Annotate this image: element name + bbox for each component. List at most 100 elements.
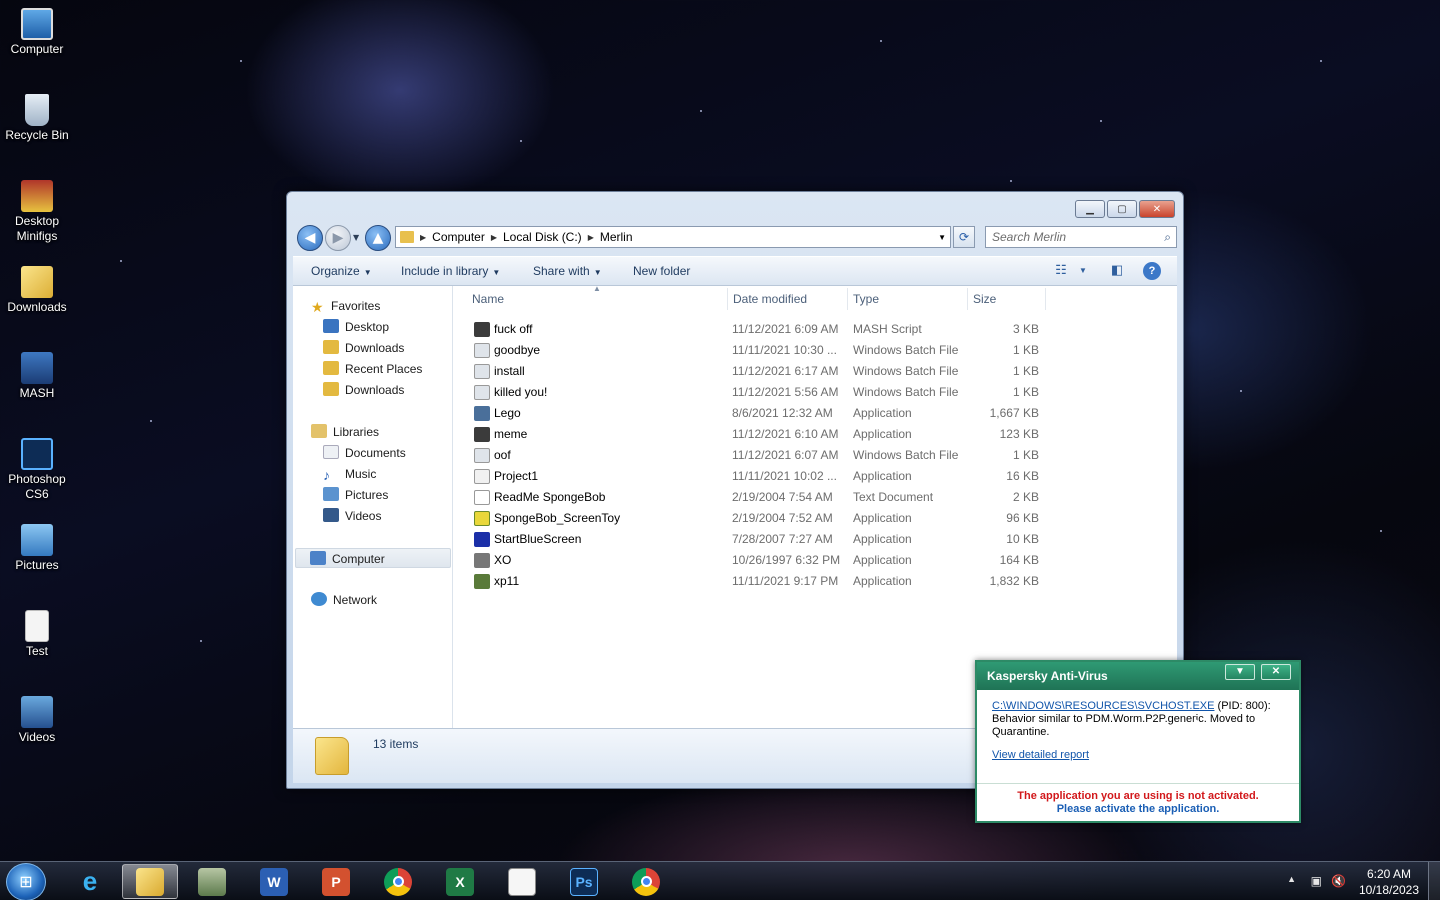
file-date: 11/12/2021 6:07 AM [732, 448, 839, 462]
activate-link[interactable]: Please activate the application. [977, 803, 1299, 816]
file-row[interactable]: Project1 11/11/2021 10:02 ... Application 1… [455, 466, 1045, 487]
desktop-icon-photoshop[interactable]: Photoshop CS6 [2, 438, 72, 502]
taskbar-chrome[interactable] [370, 864, 426, 899]
desktop-icon-downloads[interactable]: Downloads [2, 266, 72, 315]
network-icon [311, 592, 327, 606]
file-size: 1,832 KB [989, 574, 1039, 588]
column-divider[interactable] [967, 288, 968, 310]
threat-path-link[interactable]: C:\WINDOWS\RESOURCES\SVCHOST.EXE [992, 700, 1214, 712]
desktop-icon-desktop-minifigs[interactable]: Desktop Minifigs [2, 180, 72, 244]
close-button[interactable]: ✕ [1139, 200, 1175, 218]
taskbar-chrome-2[interactable] [618, 864, 674, 899]
organize-button[interactable]: Organize ▼ [311, 264, 372, 278]
nav-network[interactable]: Network [311, 590, 377, 610]
desktop-icon-computer[interactable]: Computer [2, 8, 72, 57]
chevron-right-icon: ▶ [420, 232, 427, 242]
collapse-button[interactable]: ▼ [1225, 664, 1255, 680]
word-icon: W [260, 867, 288, 896]
breadcrumb-merlin[interactable]: Merlin [600, 230, 633, 244]
search-input[interactable]: Search Merlin ⌕ [985, 226, 1177, 248]
file-row[interactable]: goodbye 11/11/2021 10:30 ... Windows Batch… [455, 340, 1045, 361]
libraries-icon [311, 424, 327, 438]
chevron-down-icon[interactable]: ▼ [1073, 266, 1093, 284]
desktop-icon-videos[interactable]: Videos [2, 696, 72, 745]
nav-computer[interactable]: Computer [295, 548, 451, 568]
nav-documents[interactable]: Documents [323, 443, 406, 463]
nav-videos[interactable]: Videos [323, 506, 381, 526]
view-options-icon[interactable]: ☷ [1051, 262, 1071, 280]
file-row[interactable]: fuck off 11/12/2021 6:09 AM MASH Script 3 K… [455, 319, 1045, 340]
nav-recent-places[interactable]: Recent Places [323, 359, 422, 379]
column-divider[interactable] [1045, 288, 1046, 310]
taskbar-notepad[interactable] [494, 864, 550, 899]
forward-button[interactable]: ▶ [325, 225, 351, 251]
breadcrumb-local-disk[interactable]: Local Disk (C:) [503, 230, 582, 244]
show-desktop-button[interactable] [1428, 862, 1440, 900]
file-type: Windows Batch File [853, 364, 959, 378]
taskbar-excel[interactable]: X [432, 864, 488, 899]
close-button[interactable]: ✕ [1261, 664, 1291, 680]
minimize-button[interactable]: ▁ [1075, 200, 1105, 218]
file-row[interactable]: Lego 8/6/2021 12:32 AM Application 1,667 KB [455, 403, 1045, 424]
share-with-button[interactable]: Share with ▼ [533, 264, 602, 278]
breadcrumb-computer[interactable]: Computer [432, 230, 485, 244]
nav-downloads-2[interactable]: Downloads [323, 380, 404, 400]
preview-pane-icon[interactable]: ◧ [1107, 262, 1127, 280]
recent-pages-dropdown[interactable]: ▼ [353, 233, 359, 242]
column-divider[interactable] [847, 288, 848, 310]
nav-libraries[interactable]: Libraries [311, 422, 379, 442]
taskbar-task-manager[interactable] [184, 864, 240, 899]
up-button[interactable]: ▲ [365, 225, 391, 251]
column-header-name[interactable]: Name [472, 292, 504, 308]
nav-music[interactable]: ♪ Music [323, 464, 376, 484]
column-label: Date modified [733, 292, 808, 306]
back-button[interactable]: ◀ [297, 225, 323, 251]
taskbar-powerpoint[interactable]: P [308, 864, 364, 899]
file-row[interactable]: XO 10/26/1997 6:32 PM Application 164 KB [455, 550, 1045, 571]
system-tray: ▲ ▣ 🔇 6:20 AM 10/18/2023 [1270, 862, 1440, 900]
view-report-link[interactable]: View detailed report [992, 749, 1089, 761]
file-row[interactable]: SpongeBob_ScreenToy 2/19/2004 7:52 AM Appl… [455, 508, 1045, 529]
taskbar-internet-explorer[interactable]: e [62, 864, 118, 899]
include-in-library-button[interactable]: Include in library ▼ [401, 264, 500, 278]
taskbar-photoshop[interactable]: Ps [556, 864, 612, 899]
column-header-type[interactable]: Type [853, 292, 879, 308]
column-divider[interactable] [727, 288, 728, 310]
file-row[interactable]: ReadMe SpongeBob 2/19/2004 7:54 AM Text Do… [455, 487, 1045, 508]
file-row[interactable]: killed you! 11/12/2021 5:56 AM Windows Bat… [455, 382, 1045, 403]
nav-label: Documents [345, 446, 406, 460]
refresh-button[interactable]: ⟳ [953, 226, 975, 248]
volume-muted-icon[interactable]: 🔇 [1331, 874, 1346, 888]
file-row[interactable]: install 11/12/2021 6:17 AM Windows Batch F… [455, 361, 1045, 382]
desktop-icon-label: Desktop Minifigs [14, 214, 60, 243]
maximize-button[interactable]: ▢ [1107, 200, 1137, 218]
taskbar-explorer[interactable] [122, 864, 178, 899]
file-row[interactable]: xp11 11/11/2021 9:17 PM Application 1,832 K… [455, 571, 1045, 592]
nav-desktop[interactable]: Desktop [323, 317, 389, 337]
folder-icon [21, 266, 53, 298]
nav-pictures[interactable]: Pictures [323, 485, 388, 505]
show-hidden-icons[interactable]: ▲ [1287, 874, 1296, 884]
clock[interactable]: 6:20 AM 10/18/2023 [1358, 866, 1420, 898]
file-name: killed you! [494, 385, 548, 399]
nav-favorites[interactable]: ★ Favorites [311, 296, 380, 316]
file-row[interactable]: meme 11/12/2021 6:10 AM Application 123 KB [455, 424, 1045, 445]
column-header-size[interactable]: Size [973, 292, 996, 308]
desktop-icon-test[interactable]: Test [2, 610, 72, 659]
taskbar-word[interactable]: W [246, 864, 302, 899]
chevron-down-icon[interactable]: ▼ [938, 233, 946, 242]
nav-downloads[interactable]: Downloads [323, 338, 404, 358]
address-bar[interactable]: ▶ Computer ▶ Local Disk (C:) ▶ Merlin ▼ [395, 226, 951, 248]
desktop-icon-recycle-bin[interactable]: Recycle Bin [2, 94, 72, 143]
start-button[interactable]: ⊞ [6, 863, 46, 900]
chevron-right-icon: ▶ [587, 232, 594, 242]
file-name: Project1 [494, 469, 539, 483]
help-icon[interactable]: ? [1143, 262, 1161, 280]
desktop-icon-mash[interactable]: MASH [2, 352, 72, 401]
column-header-date[interactable]: Date modified [733, 292, 807, 308]
desktop-icon-pictures[interactable]: Pictures [2, 524, 72, 573]
file-row[interactable]: StartBlueScreen 7/28/2007 7:27 AM Applicat… [455, 529, 1045, 550]
network-status-icon[interactable]: ▣ [1311, 874, 1322, 888]
new-folder-button[interactable]: New folder [633, 264, 690, 278]
file-row[interactable]: oof 11/12/2021 6:07 AM Windows Batch File 1… [455, 445, 1045, 466]
